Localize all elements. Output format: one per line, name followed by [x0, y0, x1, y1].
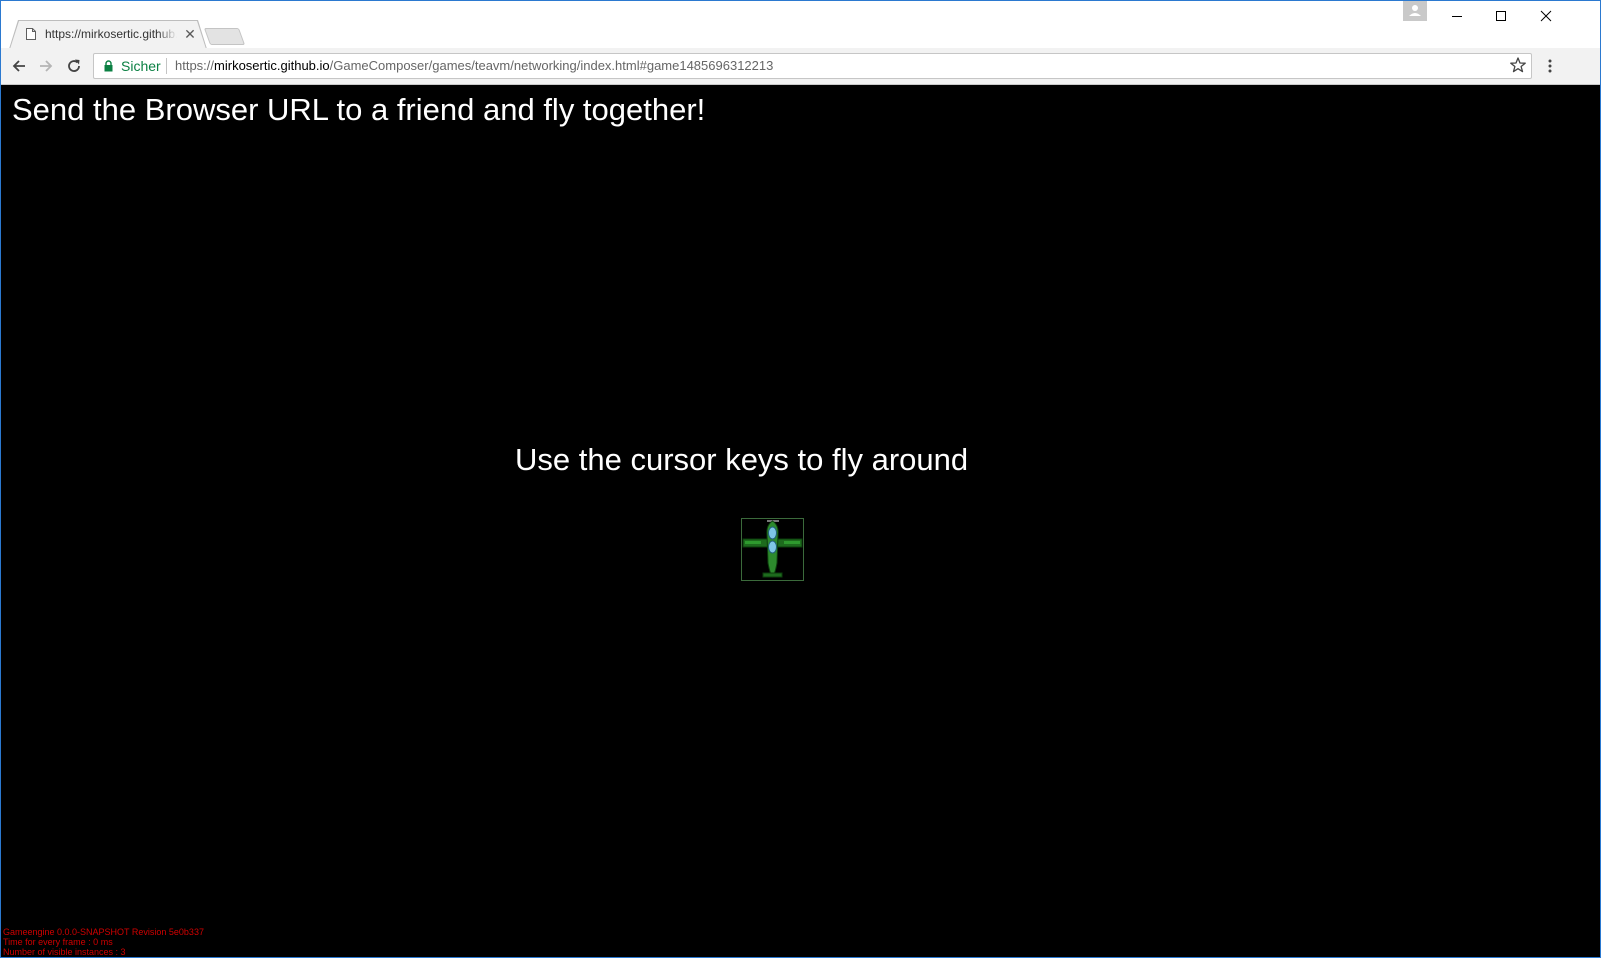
minimize-icon	[1451, 16, 1462, 17]
profile-button[interactable]	[1403, 1, 1427, 21]
lock-icon	[104, 60, 113, 72]
url-text[interactable]: https://mirkosertic.github.io/GameCompos…	[175, 58, 773, 73]
browser-toolbar: Sicher https://mirkosertic.github.io/Gam…	[1, 48, 1600, 85]
browser-menu-button[interactable]	[1540, 56, 1560, 76]
back-button[interactable]	[9, 56, 29, 76]
reload-button[interactable]	[64, 56, 84, 76]
close-icon	[1540, 10, 1551, 22]
page-icon	[26, 28, 36, 40]
engine-version: Gameengine 0.0.0-SNAPSHOT Revision 5e0b3…	[3, 927, 204, 937]
forward-arrow-icon	[40, 60, 53, 72]
instructions-text: Use the cursor keys to fly around	[515, 442, 969, 477]
player-airplane	[741, 518, 804, 581]
visible-instances: Number of visible instances : 3	[3, 947, 126, 957]
close-window-button[interactable]	[1523, 1, 1568, 31]
forward-button[interactable]	[36, 56, 56, 76]
tab-strip: https://mirkosertic.github.io/GameCompos…	[1, 1, 1600, 49]
debug-overlay: Gameengine 0.0.0-SNAPSHOT Revision 5e0b3…	[3, 927, 204, 957]
secure-label[interactable]: Sicher	[121, 58, 161, 74]
maximize-button[interactable]	[1478, 1, 1523, 31]
address-bar[interactable]: Sicher https://mirkosertic.github.io/Gam…	[93, 53, 1532, 79]
maximize-icon	[1495, 11, 1506, 21]
url-scheme: https://	[175, 58, 215, 73]
omnibox-separator	[166, 58, 167, 74]
back-arrow-icon	[12, 60, 25, 72]
reload-icon	[68, 59, 80, 72]
url-host: mirkosertic.github.io	[214, 58, 330, 73]
airplane-icon	[742, 520, 803, 578]
new-tab-button[interactable]	[203, 28, 246, 45]
tab-title[interactable]: https://mirkosertic.github.io/GameCompos…	[45, 27, 177, 43]
more-vertical-icon	[1548, 59, 1552, 73]
game-canvas[interactable]: Send the Browser URL to a friend and fly…	[1, 85, 1600, 957]
browser-window: https://mirkosertic.github.io/GameCompos…	[0, 0, 1601, 958]
bookmark-star-icon[interactable]	[1509, 56, 1527, 74]
frame-time: Time for every frame : 0 ms	[3, 937, 113, 947]
share-headline: Send the Browser URL to a friend and fly…	[12, 92, 706, 127]
url-path: /GameComposer/games/teavm/networking/ind…	[329, 58, 774, 73]
minimize-button[interactable]	[1434, 1, 1479, 31]
profile-icon	[1409, 5, 1421, 16]
tab-close-button[interactable]: ✕	[183, 27, 197, 41]
